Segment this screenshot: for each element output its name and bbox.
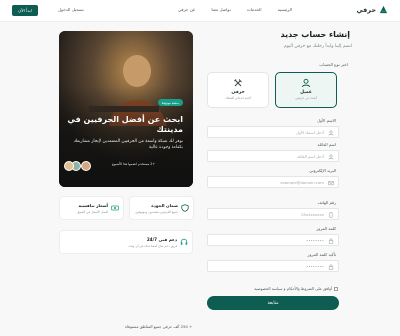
feature-prices: أسعار تنافسية أفضل الأسعار في السوق bbox=[59, 196, 124, 220]
email-label: البريد الإلكتروني bbox=[309, 168, 336, 173]
avatar bbox=[81, 161, 91, 171]
hero-description: نوفر لك شبكة واسعة من الحرفيين المعتمدين… bbox=[73, 139, 183, 150]
main-nav: الرئيسية الخدمات تواصل معنا عن حرفي bbox=[178, 7, 292, 12]
lock-icon bbox=[328, 238, 334, 244]
user-icon bbox=[328, 154, 334, 160]
account-type-client[interactable]: عميل أبحث عن حرفيين bbox=[275, 72, 337, 108]
feature-support-title: دعم فني 24/7 bbox=[146, 237, 177, 242]
phone-label: رقم الهاتف bbox=[317, 200, 336, 205]
phone-field[interactable]: 05xxxxxxxx bbox=[207, 208, 339, 220]
hero-card: منصة موثوقة ابحث عن أفضل الحرفيين في مدي… bbox=[59, 31, 193, 187]
tools-icon bbox=[234, 79, 242, 87]
logo-icon bbox=[379, 5, 388, 14]
money-icon bbox=[111, 205, 119, 211]
confirm-password-placeholder: •••••••• bbox=[306, 264, 324, 269]
first-name-field[interactable]: أدخل اسمك الأول bbox=[207, 126, 339, 138]
account-type-client-desc: أبحث عن حرفيين bbox=[295, 96, 317, 100]
account-type-craftsman[interactable]: حرفي أقدم خدماتي للعملاء bbox=[207, 72, 269, 108]
phone-placeholder: 05xxxxxxxx bbox=[301, 212, 324, 217]
terms-row[interactable]: أوافق على الشروط والأحكام و سياسة الخصوص… bbox=[254, 286, 338, 291]
avatar-group bbox=[64, 161, 91, 171]
top-header: حرفي الرئيسية الخدمات تواصل معنا عن حرفي… bbox=[0, 0, 400, 22]
account-type-craftsman-desc: أقدم خدماتي للعملاء bbox=[225, 96, 251, 100]
feature-quality-desc: جميع الحرفيين معتمدون وموثوقون bbox=[135, 210, 178, 214]
nav-about[interactable]: عن حرفي bbox=[178, 7, 195, 12]
last-name-field[interactable]: أدخل اسم العائلة bbox=[207, 150, 339, 162]
page-subtitle: انضم إلينا وابدأ رحلتك مع حرفي اليوم bbox=[284, 44, 352, 49]
feature-prices-title: أسعار تنافسية bbox=[78, 203, 108, 208]
confirm-password-field[interactable]: •••••••• bbox=[207, 260, 339, 272]
trusted-badge: منصة موثوقة bbox=[157, 99, 183, 106]
last-name-placeholder: أدخل اسم العائلة bbox=[297, 154, 324, 159]
page-title: إنشاء حساب جديد bbox=[280, 30, 350, 39]
headset-icon bbox=[180, 238, 188, 245]
first-name-label: الاسم الأول bbox=[317, 118, 336, 123]
shield-icon bbox=[181, 204, 189, 212]
footnote: + 250 ألف حرفي جميع المناطق مستوفاة bbox=[125, 324, 193, 329]
terms-checkbox[interactable] bbox=[334, 287, 338, 291]
nav-services[interactable]: الخدمات bbox=[247, 7, 262, 12]
password-placeholder: •••••••• bbox=[306, 238, 324, 243]
account-type-label: اختر نوع الحساب bbox=[319, 62, 348, 67]
feature-quality-title: ضمان الجودة bbox=[151, 203, 178, 208]
password-label: كلمة المرور bbox=[316, 226, 336, 231]
account-type-craftsman-title: حرفي bbox=[231, 90, 245, 95]
submit-button[interactable]: متابعة bbox=[207, 296, 339, 310]
feature-prices-desc: أفضل الأسعار في السوق bbox=[76, 210, 108, 214]
hero-title: ابحث عن أفضل الحرفيين في مدينتك bbox=[67, 115, 183, 134]
nav-home[interactable]: الرئيسية bbox=[278, 7, 292, 12]
feature-quality: ضمان الجودة جميع الحرفيين معتمدون وموثوق… bbox=[129, 196, 194, 220]
logo-text: حرفي bbox=[356, 5, 376, 14]
confirm-password-label: تأكيد كلمة المرور bbox=[307, 252, 336, 257]
phone-icon bbox=[329, 212, 333, 218]
login-link[interactable]: تسجيل الدخول bbox=[58, 7, 84, 12]
mail-icon bbox=[328, 181, 334, 186]
start-now-button[interactable]: ابدأ الآن bbox=[12, 5, 38, 16]
terms-text: أوافق على الشروط والأحكام و سياسة الخصوص… bbox=[254, 286, 332, 291]
last-name-label: اسم العائلة bbox=[317, 142, 336, 147]
user-icon bbox=[302, 78, 310, 88]
first-name-placeholder: أدخل اسمك الأول bbox=[296, 130, 324, 135]
lock-icon bbox=[328, 264, 334, 270]
user-icon bbox=[328, 130, 334, 136]
account-type-client-title: عميل bbox=[300, 90, 312, 95]
avatar bbox=[64, 161, 74, 171]
password-field[interactable]: •••••••• bbox=[207, 234, 339, 246]
feature-support: دعم فني 24/7 فريق دعم متاح لمساعدتك في أ… bbox=[59, 230, 193, 254]
nav-contact[interactable]: تواصل معنا bbox=[211, 7, 230, 12]
avatars-caption: +2 مستخدم انضموا هذا الأسبوع bbox=[111, 162, 155, 166]
email-placeholder: example@domain.com bbox=[280, 180, 324, 185]
logo[interactable]: حرفي bbox=[356, 5, 388, 14]
email-field[interactable]: example@domain.com bbox=[207, 176, 339, 188]
feature-support-desc: فريق دعم متاح لمساعدتك في أي وقت bbox=[128, 244, 177, 248]
